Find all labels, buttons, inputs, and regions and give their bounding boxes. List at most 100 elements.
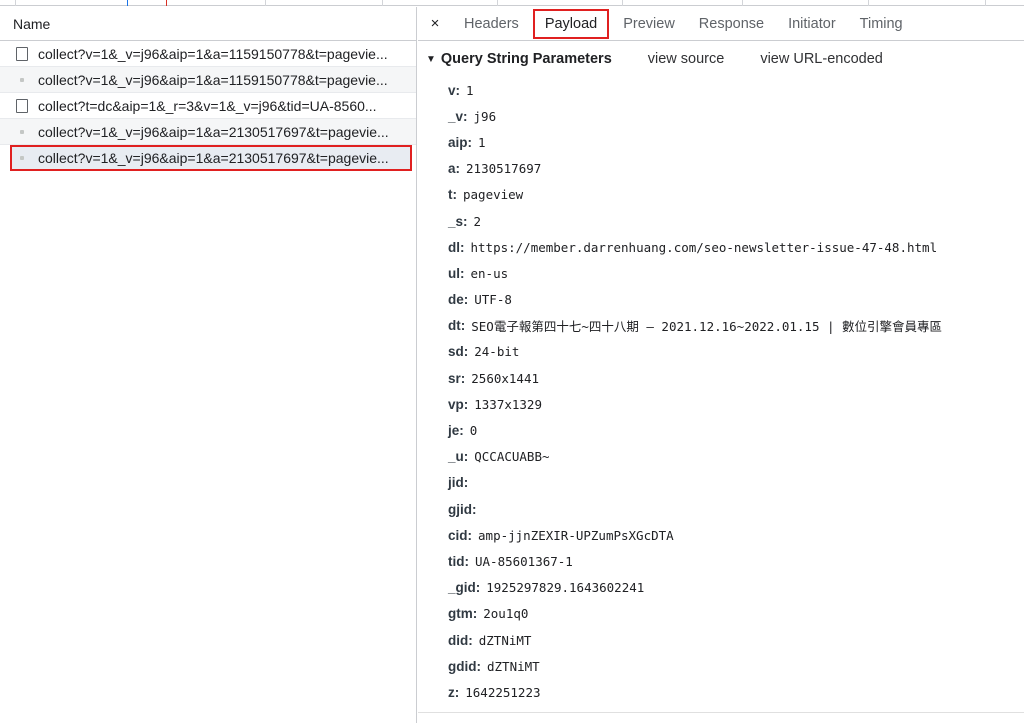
parameter-key: _u: bbox=[448, 449, 469, 465]
request-row[interactable]: collect?v=1&_v=j96&aip=1&a=1159150778&t=… bbox=[0, 41, 416, 67]
request-name: collect?v=1&_v=j96&aip=1&a=1159150778&t=… bbox=[38, 45, 388, 62]
parameter-value: 1337x1329 bbox=[474, 396, 542, 412]
document-icon bbox=[16, 46, 28, 61]
parameter-key: aip: bbox=[448, 134, 473, 150]
parameter-key: _v: bbox=[448, 108, 468, 124]
parameter-key: v: bbox=[448, 82, 461, 98]
tab-response[interactable]: Response bbox=[687, 7, 776, 41]
parameter-value: 0 bbox=[469, 423, 478, 439]
request-row[interactable]: collect?v=1&_v=j96&aip=1&a=1159150778&t=… bbox=[0, 67, 416, 93]
parameter-row: did: dZTNiMT bbox=[448, 627, 1024, 653]
request-name: collect?v=1&_v=j96&aip=1&a=1159150778&t=… bbox=[38, 71, 388, 88]
request-list-panel: Name collect?v=1&_v=j96&aip=1&a=11591507… bbox=[0, 7, 417, 723]
parameter-row: aip: 1 bbox=[448, 129, 1024, 155]
request-row-selected[interactable]: collect?v=1&_v=j96&aip=1&a=2130517697&t=… bbox=[10, 145, 412, 171]
strip-tick bbox=[382, 0, 383, 6]
dot-icon bbox=[16, 125, 28, 139]
parameter-value: 24-bit bbox=[474, 344, 520, 360]
parameter-value: pageview bbox=[463, 187, 524, 203]
strip-tick bbox=[265, 0, 266, 6]
details-tab-bar: × Headers Payload Preview Response Initi… bbox=[418, 7, 1024, 41]
close-icon[interactable]: × bbox=[418, 15, 452, 32]
request-list: collect?v=1&_v=j96&aip=1&a=1159150778&t=… bbox=[0, 41, 416, 171]
name-header-label: Name bbox=[13, 15, 51, 32]
parameter-value: 1 bbox=[466, 82, 474, 98]
parameter-key: t: bbox=[448, 187, 457, 203]
parameter-key: ul: bbox=[448, 265, 465, 281]
tab-headers[interactable]: Headers bbox=[452, 7, 531, 41]
strip-tick bbox=[127, 0, 128, 6]
parameter-row: tid: UA-85601367-1 bbox=[448, 548, 1024, 574]
parameter-value: UA-85601367-1 bbox=[475, 553, 573, 569]
strip-tick bbox=[15, 0, 16, 6]
parameter-key: sr: bbox=[448, 370, 466, 386]
parameter-key: _s: bbox=[448, 213, 468, 229]
parameter-key: a: bbox=[448, 161, 461, 177]
request-name: collect?v=1&_v=j96&aip=1&a=2130517697&t=… bbox=[38, 123, 389, 140]
parameter-row: _u: QCCACUABB~ bbox=[448, 444, 1024, 470]
parameter-row: _v: j96 bbox=[448, 103, 1024, 129]
query-string-section-header[interactable]: ▼ Query String Parameters view source vi… bbox=[418, 41, 1024, 77]
parameter-value: QCCACUABB~ bbox=[474, 449, 550, 465]
parameter-row: sr: 2560x1441 bbox=[448, 365, 1024, 391]
request-name: collect?t=dc&aip=1&_r=3&v=1&_v=j96&tid=U… bbox=[38, 97, 377, 114]
parameter-key: z: bbox=[448, 684, 460, 700]
parameter-value: 1642251223 bbox=[465, 684, 541, 700]
parameter-value: SEO電子報第四十七~四十八期 – 2021.12.16~2022.01.15 … bbox=[471, 319, 943, 335]
parameter-row: vp: 1337x1329 bbox=[448, 391, 1024, 417]
parameter-value: en-us bbox=[470, 265, 509, 281]
parameter-value: https://member.darrenhuang.com/seo-newsl… bbox=[470, 239, 938, 255]
parameter-key: gtm: bbox=[448, 606, 478, 622]
strip-tick bbox=[742, 0, 743, 6]
parameter-row: _gid: 1925297829.1643602241 bbox=[448, 575, 1024, 601]
dot-icon bbox=[16, 151, 28, 165]
parameter-key: dl: bbox=[448, 239, 465, 255]
parameter-key: gjid: bbox=[448, 501, 477, 517]
parameter-row: _s: 2 bbox=[448, 208, 1024, 234]
parameter-list: v: 1 _v: j96 aip: 1 a: 2130517697 t: pageview _s: 2… bbox=[418, 77, 1024, 706]
parameter-value: 2560x1441 bbox=[471, 370, 539, 386]
strip-tick bbox=[868, 0, 869, 6]
parameter-value: 2 bbox=[473, 213, 482, 229]
top-strip bbox=[0, 0, 1024, 6]
tab-timing[interactable]: Timing bbox=[848, 7, 915, 41]
tab-payload[interactable]: Payload bbox=[532, 8, 610, 39]
parameter-key: tid: bbox=[448, 553, 469, 569]
parameter-row: jid: bbox=[448, 470, 1024, 496]
parameter-value: dZTNiMT bbox=[478, 632, 532, 648]
parameter-value: j96 bbox=[473, 108, 497, 124]
parameter-row: cid: amp-jjnZEXIR-UPZumPsXGcDTA bbox=[448, 522, 1024, 548]
parameter-value: 1 bbox=[478, 134, 486, 150]
parameter-row: je: 0 bbox=[448, 417, 1024, 443]
parameter-key: did: bbox=[448, 632, 473, 648]
parameter-value: 2130517697 bbox=[466, 161, 542, 177]
parameter-value: UTF-8 bbox=[474, 292, 512, 308]
parameter-key: vp: bbox=[448, 396, 469, 412]
section-title: Query String Parameters bbox=[440, 51, 612, 67]
request-name: collect?v=1&_v=j96&aip=1&a=2130517697&t=… bbox=[38, 149, 389, 166]
parameter-row: dl: https://member.darrenhuang.com/seo-ne… bbox=[448, 234, 1024, 260]
parameter-row: sd: 24-bit bbox=[448, 339, 1024, 365]
parameter-row: a: 2130517697 bbox=[448, 156, 1024, 182]
document-icon bbox=[16, 98, 28, 113]
tab-initiator[interactable]: Initiator bbox=[776, 7, 848, 41]
dot-icon bbox=[16, 73, 28, 87]
parameter-value: dZTNiMT bbox=[487, 658, 540, 674]
request-row[interactable]: collect?t=dc&aip=1&_r=3&v=1&_v=j96&tid=U… bbox=[0, 93, 416, 119]
parameter-value: 2ou1q0 bbox=[483, 606, 529, 622]
strip-tick bbox=[497, 0, 498, 6]
parameter-key: _gid: bbox=[448, 580, 481, 596]
parameter-key: jid: bbox=[448, 475, 469, 491]
view-source-link[interactable]: view source bbox=[648, 51, 725, 67]
tab-preview[interactable]: Preview bbox=[611, 7, 687, 41]
strip-tick bbox=[622, 0, 623, 6]
parameter-row: dt: SEO電子報第四十七~四十八期 – 2021.12.16~2022.01.… bbox=[448, 313, 1024, 339]
caret-down-icon[interactable]: ▼ bbox=[426, 54, 436, 65]
request-row[interactable]: collect?v=1&_v=j96&aip=1&a=2130517697&t=… bbox=[0, 119, 416, 145]
parameter-key: cid: bbox=[448, 527, 473, 543]
name-column-header[interactable]: Name bbox=[0, 7, 416, 41]
view-url-encoded-link[interactable]: view URL-encoded bbox=[760, 51, 883, 67]
parameter-row: gjid: bbox=[448, 496, 1024, 522]
parameter-value: 1925297829.1643602241 bbox=[486, 580, 645, 596]
parameter-key: de: bbox=[448, 292, 469, 308]
